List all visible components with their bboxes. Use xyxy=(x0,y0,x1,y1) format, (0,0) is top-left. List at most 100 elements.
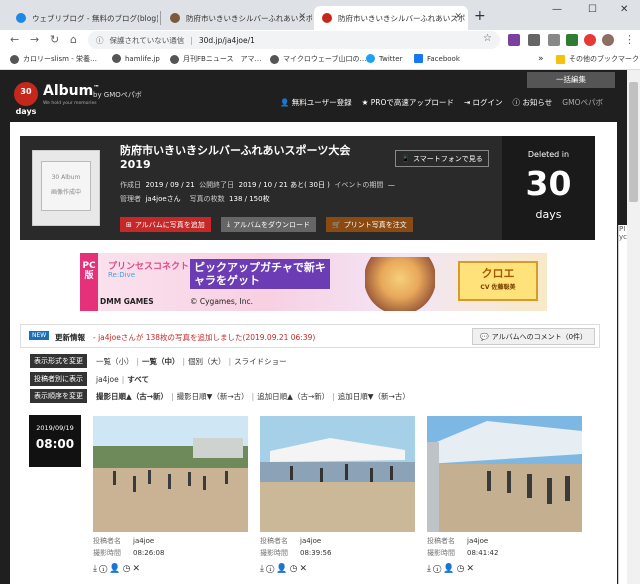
globe-icon xyxy=(112,54,121,63)
add-photos-button[interactable]: ⊞ アルバムに写真を追加 xyxy=(120,217,211,232)
display-option-medium[interactable]: 一覧（中） xyxy=(139,356,183,367)
news-label: 更新情報 xyxy=(55,333,85,342)
30days-favicon-icon xyxy=(322,13,332,23)
folder-icon xyxy=(556,54,565,64)
bookmark-twitter[interactable]: Twitter xyxy=(366,54,402,63)
page-viewport: 30 days Album™ We hold your memories by … xyxy=(0,70,627,584)
profile-avatar[interactable] xyxy=(602,34,614,46)
info-icon[interactable]: ⓘ xyxy=(433,564,443,574)
register-link[interactable]: 👤 無料ユーザー登録 xyxy=(280,97,352,108)
display-option-slideshow[interactable]: スライドショー xyxy=(231,356,290,367)
photo-poster: 投稿者名 ja4joe xyxy=(427,537,489,545)
maximize-button[interactable]: ☐ xyxy=(588,4,597,15)
tab-webryblog[interactable]: ウェブリブログ - 無料のブログ(blog)サ xyxy=(8,6,158,30)
smartphone-icon: 📱 xyxy=(401,154,410,163)
info-icon[interactable]: ⓘ xyxy=(99,564,109,574)
tab-album-1[interactable]: 防府市いきいきシルバーふれあいスポ ✕ xyxy=(162,6,312,30)
album-dates: 作成日 2019 / 09 / 21 公開終了日 2019 / 10 / 21 … xyxy=(120,181,395,189)
globe-icon xyxy=(10,54,19,64)
login-icon: ⇥ xyxy=(463,98,471,107)
bulk-edit-button[interactable]: 一括編集 xyxy=(527,72,615,88)
bookmark-item[interactable]: カロリーslism - 栄養… xyxy=(10,54,97,64)
info-icon[interactable]: ⓘ xyxy=(266,564,276,574)
poster-option-ja4joe[interactable]: ja4joe xyxy=(93,375,122,384)
back-button[interactable]: ← xyxy=(10,33,19,46)
photo-thumbnail[interactable] xyxy=(260,416,415,532)
info-icon[interactable]: ⓘ xyxy=(96,35,104,46)
side-panel-peek: PI yc xyxy=(618,225,627,584)
news-message[interactable]: - ja4joeさんが 138枚の写真を追加しました(2019.09.21 06… xyxy=(93,332,315,343)
bookmark-item[interactable]: マイクロウェーブ山口の… xyxy=(270,54,366,64)
notice-link[interactable]: ⓘ お知らせ xyxy=(513,97,553,108)
bookmark-item[interactable]: hamlife.jp xyxy=(112,54,160,63)
display-option-large[interactable]: 個別（大） xyxy=(185,356,229,367)
clock-icon[interactable]: ◷ xyxy=(457,564,467,574)
download-album-button[interactable]: ⤓ アルバムをダウンロード xyxy=(221,217,317,232)
bookmarks-overflow-button[interactable]: » xyxy=(538,54,544,64)
bookmark-facebook[interactable]: Facebook xyxy=(414,54,460,63)
pro-link[interactable]: ★ PROで高速アップロード xyxy=(362,97,454,108)
album-comment-button[interactable]: 💬 アルバムへのコメント（0件） xyxy=(472,328,595,345)
tab-close-icon[interactable]: ✕ xyxy=(454,12,462,22)
delete-icon[interactable]: ✕ xyxy=(132,564,142,574)
banner-game-sub: Re:Dive xyxy=(108,271,135,279)
deletion-days-number: 30 xyxy=(525,164,572,203)
poster-option-all[interactable]: すべて xyxy=(124,374,152,385)
delete-icon[interactable]: ✕ xyxy=(299,564,309,574)
reload-button[interactable]: ↻ xyxy=(50,33,59,46)
photo-image-1 xyxy=(93,416,248,532)
display-format-row: 表示形式を変更 一覧（小） | 一覧（中） | 個別（大） | スライドショー xyxy=(30,354,290,368)
sort-option-shot-asc[interactable]: 撮影日順▲（古→新） xyxy=(93,391,171,402)
30days-logo[interactable]: 30 days xyxy=(14,82,38,116)
extension-icon[interactable] xyxy=(548,34,560,46)
menu-icon[interactable]: ⋮ xyxy=(624,33,635,46)
clock-icon[interactable]: ◷ xyxy=(123,564,133,574)
order-prints-button[interactable]: 🛒 プリント写真を注文 xyxy=(326,217,413,232)
extension-icon[interactable] xyxy=(528,34,540,46)
home-button[interactable]: ⌂ xyxy=(70,33,77,46)
close-window-button[interactable]: ✕ xyxy=(620,4,628,15)
extension-icon[interactable] xyxy=(566,34,578,46)
photo-time: 撮影時間 08:41:42 xyxy=(427,549,499,557)
bookmark-star-icon[interactable]: ☆ xyxy=(483,33,492,44)
tab-album-active[interactable]: 防府市いきいきシルバーふれあいスポ ✕ xyxy=(314,6,468,30)
other-bookmarks[interactable]: その他のブックマーク xyxy=(556,54,639,64)
display-option-small[interactable]: 一覧（小） xyxy=(93,356,137,367)
login-link[interactable]: ⇥ ログイン xyxy=(464,97,503,108)
user-plus-icon: 👤 xyxy=(280,98,290,107)
user-icon[interactable]: 👤 xyxy=(276,564,289,574)
photo-image-2 xyxy=(260,416,415,532)
forward-button[interactable]: → xyxy=(30,33,39,46)
new-tab-button[interactable]: + xyxy=(474,8,486,24)
onenote-extension-icon[interactable] xyxy=(508,34,520,46)
sort-option-shot-desc[interactable]: 撮影日順▼（新→古） xyxy=(174,391,252,402)
new-badge: NEW xyxy=(29,331,50,340)
sort-option-added-asc[interactable]: 追加日順▲（古→新） xyxy=(254,391,332,402)
minimize-button[interactable]: — xyxy=(552,4,562,15)
delete-icon[interactable]: ✕ xyxy=(466,564,476,574)
clock-icon[interactable]: ◷ xyxy=(290,564,300,574)
banner-headline: ピックアップガチャで新キャラをゲット xyxy=(190,259,330,289)
browser-toolbar: ← → ↻ ⌂ ⓘ 保護されていない通信 | 30d.jp/ja4joe/1 ☆… xyxy=(0,30,640,50)
extension-icon[interactable] xyxy=(584,34,596,46)
globe-icon xyxy=(170,54,179,64)
avatar-favicon-icon xyxy=(170,13,180,23)
tab-close-icon[interactable]: ✕ xyxy=(298,12,306,22)
tab-title: 防府市いきいきシルバーふれあいスポ xyxy=(186,13,312,23)
album-cover-inner: 30 Album 画像作成中 xyxy=(41,161,91,211)
ad-banner[interactable]: PC版 プリンセスコネクト！ Re:Dive ピックアップガチャで新キャラをゲッ… xyxy=(80,253,547,311)
photo-thumbnail[interactable] xyxy=(93,416,248,532)
user-icon[interactable]: 👤 xyxy=(443,564,456,574)
album-logo-text: Album™ xyxy=(43,83,100,99)
photo-poster: 投稿者名 ja4joe xyxy=(260,537,322,545)
scrollbar-thumb[interactable] xyxy=(629,82,638,202)
photo-thumbnail[interactable] xyxy=(427,416,582,532)
gmo-pepabo-link[interactable]: GMOペパボ xyxy=(562,97,603,108)
smartphone-view-button[interactable]: 📱 スマートフォンで見る xyxy=(395,150,489,167)
bookmarks-bar: カロリーslism - 栄養… hamlife.jp 月刊FBニュース アマ… … xyxy=(0,50,640,70)
info-circle-icon: ⓘ xyxy=(512,98,521,107)
bookmark-item[interactable]: 月刊FBニュース アマ… xyxy=(170,54,261,64)
sort-option-added-desc[interactable]: 追加日順▼（新→古） xyxy=(335,391,413,402)
address-bar[interactable]: ⓘ 保護されていない通信 | 30d.jp/ja4joe/1 ☆ xyxy=(88,31,500,49)
user-icon[interactable]: 👤 xyxy=(109,564,122,574)
